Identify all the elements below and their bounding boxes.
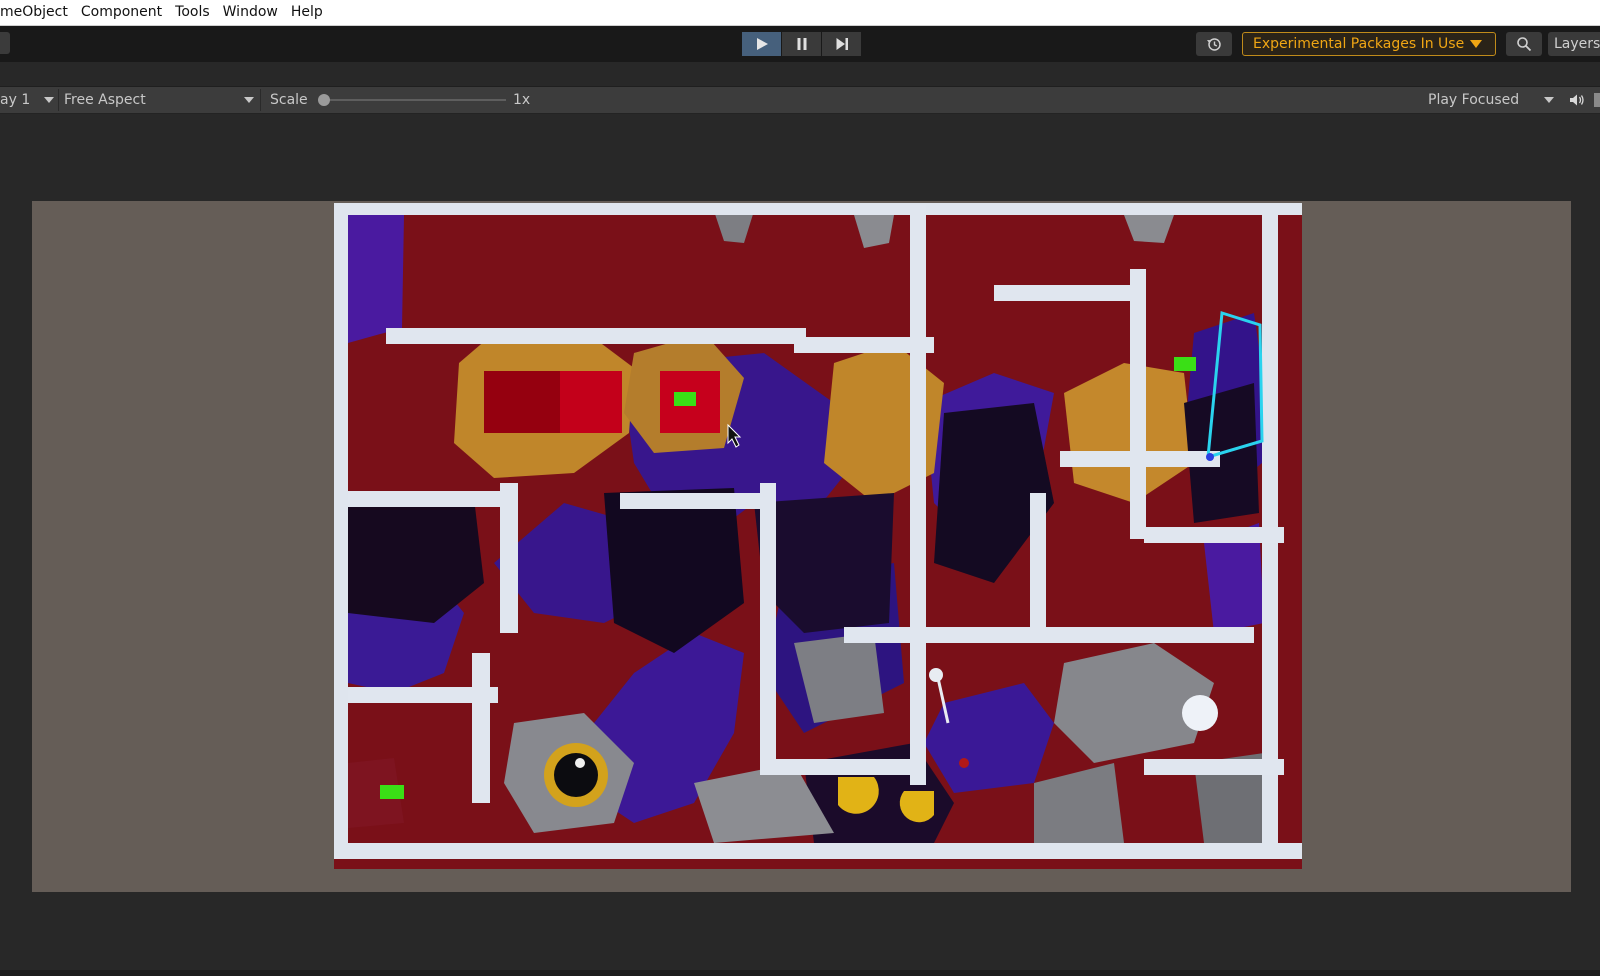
menu-gameobject[interactable]: meObject (0, 0, 75, 25)
bottom-status-strip (0, 970, 1600, 976)
wall-inner (348, 491, 518, 507)
scale-slider[interactable] (322, 99, 506, 101)
red-crate (560, 371, 622, 433)
play-controls (742, 32, 862, 56)
menu-help[interactable]: Help (285, 0, 330, 25)
game-render[interactable] (334, 203, 1302, 869)
wall-inner (386, 328, 806, 344)
chevron-down-icon (44, 97, 54, 103)
menu-tools[interactable]: Tools (169, 0, 217, 25)
history-icon (1207, 38, 1221, 51)
undo-history-button[interactable] (1196, 32, 1232, 56)
layers-dropdown[interactable]: Layers (1548, 32, 1600, 56)
hole-highlight (575, 758, 585, 768)
stats-button[interactable] (1594, 93, 1600, 107)
wall-inner (994, 285, 1144, 301)
scale-value: 1x (513, 92, 531, 108)
wall-inner (760, 483, 776, 773)
wall-outer-top (334, 203, 1302, 215)
menu-component[interactable]: Component (75, 0, 169, 25)
green-goal-marker (380, 785, 404, 799)
pause-button[interactable] (782, 32, 821, 56)
chevron-down-icon (1544, 97, 1554, 103)
play-button[interactable] (742, 32, 781, 56)
divider (58, 89, 59, 111)
mute-audio-button[interactable] (1566, 92, 1588, 108)
wall-inner (620, 493, 770, 509)
red-crate (484, 371, 564, 433)
green-goal-marker (1174, 357, 1196, 371)
game-view-toolbar: ay 1 Free Aspect Scale 1x Play Focused (0, 87, 1600, 114)
player-marker (1206, 453, 1214, 461)
white-ball (1182, 695, 1218, 731)
wall-outer-left (334, 203, 348, 859)
main-toolbar: Experimental Packages In Use Layers (0, 26, 1600, 62)
step-icon (836, 38, 848, 50)
play-mode-dropdown[interactable]: Play Focused (1428, 87, 1519, 113)
pause-icon (797, 38, 806, 50)
divider (260, 89, 261, 111)
scale-slider-handle[interactable] (318, 94, 330, 106)
black-hole (554, 753, 598, 797)
play-icon (756, 38, 768, 50)
wall-inner (1060, 451, 1220, 467)
wall-inner (1144, 759, 1284, 775)
search-icon (1517, 37, 1532, 52)
scale-label: Scale (270, 92, 308, 108)
wall-inner (500, 483, 518, 633)
wall-outer-bottom (334, 843, 1302, 859)
menu-bar: meObject Component Tools Window Help (0, 0, 1600, 26)
red-dot (959, 758, 969, 768)
green-goal-marker (674, 392, 696, 406)
chevron-down-icon (244, 97, 254, 103)
floor-purple-region (348, 215, 404, 343)
menu-window[interactable]: Window (217, 0, 285, 25)
game-view-tab-strip (0, 62, 1600, 87)
step-button[interactable] (822, 32, 861, 56)
wall-inner (472, 653, 490, 803)
experimental-packages-label: Experimental Packages In Use (1253, 36, 1465, 52)
white-pin (929, 668, 943, 682)
toolbar-left-button[interactable] (0, 32, 10, 54)
speaker-icon (1570, 94, 1584, 106)
chevron-down-icon (1470, 40, 1483, 48)
experimental-packages-button[interactable]: Experimental Packages In Use (1242, 32, 1496, 56)
wall-inner (1130, 269, 1146, 539)
aspect-dropdown[interactable]: Free Aspect (64, 87, 146, 113)
wall-inner (1030, 493, 1046, 633)
wall-inner (760, 759, 920, 775)
wall-inner (844, 627, 1254, 643)
wall-inner (910, 205, 926, 785)
wall-inner (1144, 527, 1284, 543)
search-button[interactable] (1506, 32, 1542, 56)
